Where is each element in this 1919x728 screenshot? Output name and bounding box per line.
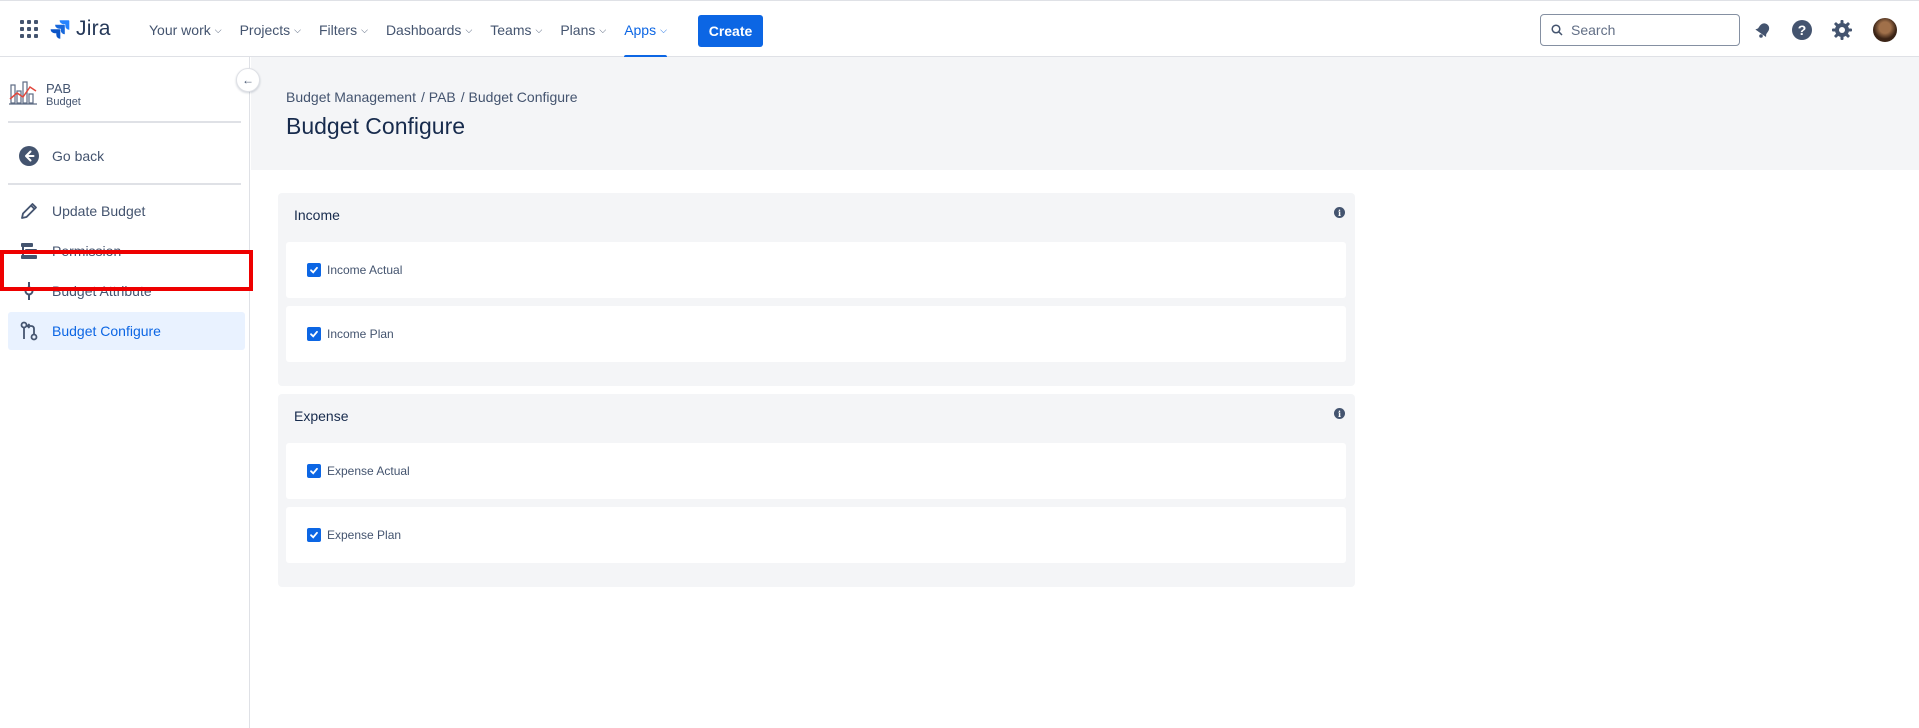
- checkbox-label: Income Plan: [327, 327, 394, 341]
- nav-apps[interactable]: Apps ⌵: [615, 1, 676, 58]
- divider: [8, 183, 241, 185]
- create-button[interactable]: Create: [698, 15, 763, 47]
- project-avatar-icon: [9, 81, 37, 105]
- sidebar-item-update-budget[interactable]: Update Budget: [8, 192, 245, 230]
- checkbox-label: Expense Actual: [327, 464, 410, 478]
- configure-icon: [20, 321, 38, 341]
- pencil-icon: [21, 203, 37, 219]
- chevron-down-icon: ⌵: [660, 25, 667, 35]
- nav-label: Projects: [239, 21, 291, 38]
- project-name: PAB: [46, 80, 72, 96]
- sidebar-item-label: Budget Configure: [52, 323, 161, 339]
- page-title: Budget Configure: [286, 113, 466, 139]
- bell-icon: [1755, 23, 1770, 38]
- checkbox-label: Expense Plan: [327, 528, 402, 542]
- check-icon: [310, 266, 318, 274]
- chevron-down-icon: ⌵: [361, 25, 368, 35]
- question-circle-icon: ?: [1792, 20, 1812, 40]
- svg-text:?: ?: [1798, 22, 1807, 38]
- jira-logo-icon: [50, 20, 70, 39]
- primary-nav: Your work ⌵ Projects ⌵ Filters ⌵ Dashboards…: [140, 1, 676, 58]
- section-title: Expense: [294, 408, 349, 424]
- page-header: [251, 57, 1919, 170]
- project-type: Budget: [46, 95, 81, 108]
- info-icon[interactable]: i: [1334, 207, 1345, 218]
- nav-label: Plans: [560, 21, 596, 38]
- app-switcher-icon[interactable]: [20, 20, 38, 38]
- settings-icon[interactable]: [1831, 19, 1853, 41]
- chevron-down-icon: ⌵: [214, 25, 222, 35]
- nav-your-work[interactable]: Your work ⌵: [140, 1, 231, 58]
- breadcrumb-item[interactable]: / Budget Configure: [461, 89, 578, 105]
- nav-teams[interactable]: Teams ⌵: [481, 1, 551, 58]
- sidebar-item-label: Update Budget: [52, 203, 146, 219]
- arrow-left-circle-icon: [19, 146, 39, 166]
- breadcrumb: Budget Management / PAB / Budget Configu…: [286, 89, 578, 105]
- list-item: Income Plan: [286, 306, 1346, 362]
- breadcrumb-item[interactable]: / PAB: [421, 89, 456, 105]
- search-icon: [1551, 24, 1563, 36]
- nav-label: Teams: [490, 21, 532, 38]
- nav-plans[interactable]: Plans ⌵: [551, 1, 615, 58]
- chevron-down-icon: ⌵: [535, 25, 543, 35]
- attribute-icon: [24, 282, 34, 300]
- chevron-down-icon: ⌵: [465, 25, 473, 35]
- expense-section: Expense i Expense Actual Expense Plan: [278, 394, 1355, 587]
- info-icon[interactable]: i: [1334, 408, 1345, 419]
- avatar[interactable]: [1873, 18, 1897, 42]
- nav-filters[interactable]: Filters ⌵: [310, 1, 377, 58]
- checkbox-checked[interactable]: [307, 327, 321, 341]
- income-section: Income i Income Actual Income Plan: [278, 193, 1355, 386]
- notifications-icon[interactable]: [1752, 19, 1774, 41]
- chevron-down-icon: ⌵: [599, 25, 607, 35]
- checkbox-checked[interactable]: [307, 464, 321, 478]
- search-box[interactable]: [1540, 14, 1740, 46]
- collapse-sidebar-button[interactable]: ←: [236, 68, 260, 92]
- nav-label: Dashboards: [385, 21, 462, 38]
- sidebar-item-budget-attribute[interactable]: Budget Attribute: [8, 272, 245, 310]
- sidebar-item-permission[interactable]: Permission: [8, 232, 245, 270]
- search-input[interactable]: [1571, 22, 1721, 38]
- sidebar: PAB Budget Go back Update Budget Permiss…: [0, 57, 250, 728]
- check-icon: [310, 531, 318, 539]
- check-icon: [310, 330, 318, 338]
- checkbox-checked[interactable]: [307, 263, 321, 277]
- jira-logo[interactable]: Jira: [50, 17, 111, 41]
- nav-label: Your work: [149, 21, 211, 38]
- go-back-button[interactable]: Go back: [8, 137, 245, 175]
- breadcrumb-item[interactable]: Budget Management: [286, 89, 416, 105]
- section-title: Income: [294, 207, 340, 223]
- sidebar-item-label: Budget Attribute: [52, 283, 152, 299]
- nav-label: Filters: [318, 21, 358, 38]
- list-item: Expense Actual: [286, 443, 1346, 499]
- gear-icon: [1832, 20, 1852, 40]
- sidebar-item-label: Permission: [52, 243, 122, 259]
- jira-logo-text: Jira: [76, 17, 111, 40]
- go-back-label: Go back: [52, 148, 105, 164]
- chevron-down-icon: ⌵: [294, 25, 301, 35]
- sidebar-item-budget-configure[interactable]: Budget Configure: [8, 312, 245, 350]
- nav-projects[interactable]: Projects ⌵: [231, 1, 310, 58]
- nav-dashboards[interactable]: Dashboards ⌵: [377, 1, 481, 58]
- nav-label: Apps: [624, 21, 657, 38]
- list-item: Income Actual: [286, 242, 1346, 298]
- permission-icon: [21, 243, 37, 259]
- checkbox-checked[interactable]: [307, 528, 321, 542]
- project-info: PAB Budget: [46, 81, 81, 108]
- list-item: Expense Plan: [286, 507, 1346, 563]
- top-navigation: Jira Your work ⌵ Projects ⌵ Filters ⌵ Dashb…: [0, 0, 1919, 58]
- help-icon[interactable]: ?: [1791, 19, 1813, 41]
- arrow-left-icon: ←: [242, 73, 254, 87]
- checkbox-label: Income Actual: [327, 263, 403, 277]
- check-icon: [310, 467, 318, 475]
- divider: [8, 121, 241, 123]
- project-header[interactable]: PAB Budget: [8, 79, 81, 109]
